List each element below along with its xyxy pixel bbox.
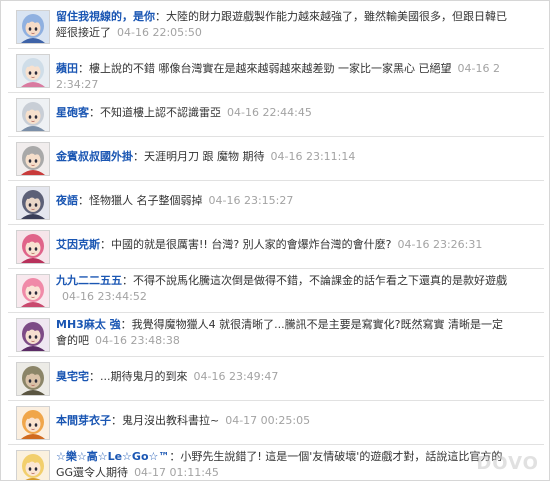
- comment-body: 艾因克斯：中國的就是很厲害!! 台灣? 別人家的會爆炸台灣的會什麼? 04-16 …: [56, 237, 508, 253]
- username-link[interactable]: MH3麻太 強: [56, 318, 121, 331]
- user-avatar[interactable]: [16, 142, 50, 176]
- comment-row: 蘋田：樓上說的不錯 哪像台灣實在是越來越弱越來越差勁 一家比一家黑心 已絕望 04…: [8, 49, 544, 93]
- user-avatar[interactable]: [16, 230, 50, 264]
- comment-body: 星砲客：不知道樓上認不認識雷亞 04-16 22:44:45: [56, 105, 508, 121]
- separator: ：: [78, 194, 89, 207]
- comment-text: 天涯明月刀 跟 魔物 期待: [144, 150, 265, 163]
- comment-body: MH3麻太 強：我覺得魔物獵人4 就很清晰了...騰訊不是主要是寫實化?既然寫實…: [56, 317, 508, 349]
- comment-row: 留住我視線的，是你：大陸的財力跟遊戲製作能力越來越強了，雖然輸美國很多，但跟日韓…: [8, 5, 544, 49]
- anime-girl-orange-hair-avatar: [17, 407, 49, 439]
- separator: ：: [78, 62, 89, 75]
- username-link[interactable]: 留住我視線的，是你: [56, 10, 155, 23]
- separator: ：: [133, 150, 144, 163]
- anime-girl-pink-hair-avatar: [17, 55, 49, 87]
- separator: ：: [100, 238, 111, 251]
- timestamp: 04-16 23:15:27: [208, 194, 294, 207]
- anime-knight-dark-avatar: [17, 187, 49, 219]
- timestamp: 04-16 22:44:45: [227, 106, 312, 119]
- comment-list: 留住我視線的，是你：大陸的財力跟遊戲製作能力越來越強了，雖然輸美國很多，但跟日韓…: [8, 5, 544, 480]
- anime-girl-blue-hair-avatar: [17, 11, 49, 43]
- user-avatar[interactable]: [16, 406, 50, 440]
- username-link[interactable]: 九九二二五五: [56, 274, 122, 287]
- username-link[interactable]: 臭宅宅: [56, 370, 89, 383]
- timestamp: 04-16 22:05:50: [117, 26, 202, 39]
- timestamp: 04-17 01:11:45: [134, 466, 219, 479]
- comment-text: 中國的就是很厲害!! 台灣? 別人家的會爆炸台灣的會什麼?: [111, 238, 392, 251]
- username-link[interactable]: 夜語: [56, 194, 78, 207]
- user-avatar[interactable]: [16, 362, 50, 396]
- comment-text: 鬼月沒出教科書拉~: [122, 414, 220, 427]
- user-avatar[interactable]: [16, 318, 50, 352]
- comment-body: 九九二二五五：不得不說馬化騰這次倒是做得不錯，不論課金的話乍看之下還真的是款好遊…: [56, 273, 508, 305]
- timestamp: 04-16 23:26:31: [397, 238, 483, 251]
- separator: ：: [111, 414, 122, 427]
- anime-girl-pink-hair-avatar: [17, 231, 49, 263]
- timestamp: 04-16 23:11:14: [270, 150, 356, 163]
- comment-body: 夜語：怪物獵人 名子整個弱掉 04-16 23:15:27: [56, 193, 508, 209]
- timestamp: 04-16 23:44:52: [62, 290, 147, 303]
- anime-blonde-girl-avatar: [17, 451, 49, 480]
- comment-row: 金賓叔叔國外掛：天涯明月刀 跟 魔物 期待 04-16 23:11:14: [8, 137, 544, 181]
- comment-row: 本間芽衣子：鬼月沒出教科書拉~ 04-17 00:25:05: [8, 401, 544, 445]
- armored-warrior-avatar: [17, 363, 49, 395]
- separator: ：: [120, 318, 132, 331]
- comment-row: 艾因克斯：中國的就是很厲害!! 台灣? 別人家的會爆炸台灣的會什麼? 04-16 …: [8, 225, 544, 269]
- comment-row: 夜語：怪物獵人 名子整個弱掉 04-16 23:15:27: [8, 181, 544, 225]
- comment-text: ...期待鬼月的到來: [100, 370, 188, 383]
- username-link[interactable]: 蘋田: [56, 62, 78, 75]
- comment-text: 怪物獵人 名子整個弱掉: [89, 194, 203, 207]
- user-avatar[interactable]: [16, 450, 50, 480]
- anime-boy-white-hair-avatar: [17, 99, 49, 131]
- username-link[interactable]: 艾因克斯: [56, 238, 100, 251]
- timestamp: 04-16 23:48:38: [95, 334, 180, 347]
- user-avatar[interactable]: [16, 186, 50, 220]
- comment-row: 臭宅宅：...期待鬼月的到來 04-16 23:49:47: [8, 357, 544, 401]
- comment-body: ☆樂☆高☆Le☆Go☆™：小野先生說錯了! 這是一個'友情破壞'的遊戲才對，話說…: [56, 449, 508, 480]
- user-avatar[interactable]: [16, 54, 50, 88]
- comment-body: 蘋田：樓上說的不錯 哪像台灣實在是越來越弱越來越差勁 一家比一家黑心 已絕望 04…: [56, 61, 508, 93]
- comment-body: 金賓叔叔國外掛：天涯明月刀 跟 魔物 期待 04-16 23:11:14: [56, 149, 508, 165]
- username-link[interactable]: ☆樂☆高☆Le☆Go☆™: [56, 450, 169, 463]
- user-avatar[interactable]: [16, 10, 50, 44]
- comment-text: 不得不說馬化騰這次倒是做得不錯，不論課金的話乍看之下還真的是款好遊戲: [133, 274, 507, 287]
- separator: ：: [155, 10, 166, 23]
- comment-panel: 留住我視線的，是你：大陸的財力跟遊戲製作能力越來越強了，雖然輸美國很多，但跟日韓…: [0, 0, 550, 481]
- comment-text: 不知道樓上認不認識雷亞: [100, 106, 221, 119]
- anime-girl-purple-hair-avatar: [17, 319, 49, 351]
- separator: ：: [122, 274, 133, 287]
- comment-body: 留住我視線的，是你：大陸的財力跟遊戲製作能力越來越強了，雖然輸美國很多，但跟日韓…: [56, 9, 508, 41]
- comment-row: 九九二二五五：不得不說馬化騰這次倒是做得不錯，不論課金的話乍看之下還真的是款好遊…: [8, 269, 544, 313]
- comment-row: 星砲客：不知道樓上認不認識雷亞 04-16 22:44:45: [8, 93, 544, 137]
- username-link[interactable]: 金賓叔叔國外掛: [56, 150, 133, 163]
- comment-body: 臭宅宅：...期待鬼月的到來 04-16 23:49:47: [56, 369, 508, 385]
- watermark-logo: DOVO: [476, 453, 539, 474]
- separator: ：: [169, 450, 181, 463]
- separator: ：: [89, 106, 100, 119]
- anime-santa-hat-avatar: [17, 143, 49, 175]
- username-link[interactable]: 星砲客: [56, 106, 89, 119]
- separator: ：: [89, 370, 100, 383]
- username-link[interactable]: 本間芽衣子: [56, 414, 111, 427]
- comment-row: MH3麻太 強：我覺得魔物獵人4 就很清晰了...騰訊不是主要是寫實化?既然寫實…: [8, 313, 544, 357]
- anime-girl-rose-hair-avatar: [17, 275, 49, 307]
- timestamp: 04-16 23:49:47: [193, 370, 279, 383]
- comment-row: ☆樂☆高☆Le☆Go☆™：小野先生說錯了! 這是一個'友情破壞'的遊戲才對，話說…: [8, 445, 544, 480]
- comment-body: 本間芽衣子：鬼月沒出教科書拉~ 04-17 00:25:05: [56, 413, 508, 429]
- user-avatar[interactable]: [16, 98, 50, 132]
- user-avatar[interactable]: [16, 274, 50, 308]
- comment-text: 樓上說的不錯 哪像台灣實在是越來越弱越來越差勁 一家比一家黑心 已絕望: [89, 62, 452, 75]
- timestamp: 04-17 00:25:05: [225, 414, 311, 427]
